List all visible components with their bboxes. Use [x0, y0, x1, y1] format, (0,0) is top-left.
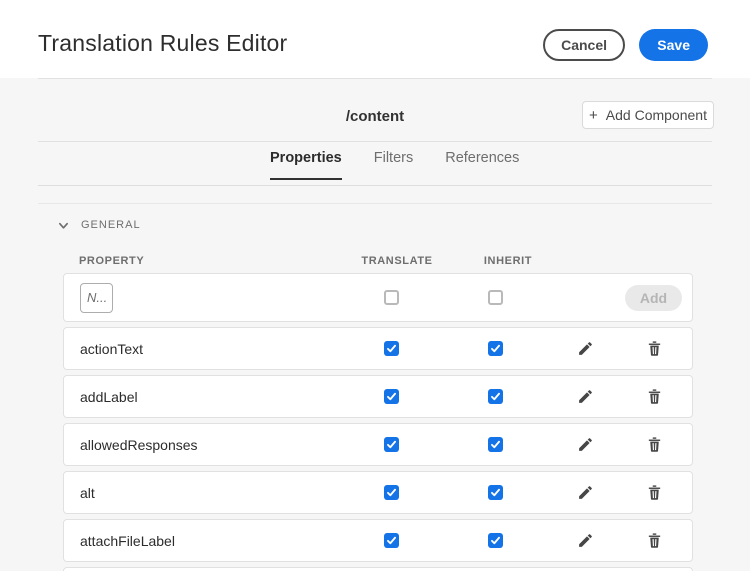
inherit-checkbox[interactable] — [488, 437, 503, 452]
table-column-headers: PROPERTY TRANSLATE INHERIT — [63, 253, 693, 269]
tab-references[interactable]: References — [445, 150, 519, 180]
inherit-checkbox[interactable] — [488, 389, 503, 404]
delete-button[interactable] — [644, 482, 665, 503]
property-name: addLabel — [64, 389, 347, 405]
section-divider — [38, 203, 712, 204]
inherit-checkbox[interactable] — [488, 485, 503, 500]
add-component-button[interactable]: + Add Component — [582, 101, 714, 129]
dialog-header: Translation Rules Editor Cancel Save — [0, 0, 750, 78]
trash-icon — [646, 532, 663, 549]
translate-checkbox[interactable] — [384, 485, 399, 500]
new-translate-checkbox[interactable] — [384, 290, 399, 305]
inherit-checkbox[interactable] — [488, 341, 503, 356]
delete-button[interactable] — [644, 338, 665, 359]
add-component-label: Add Component — [606, 107, 707, 123]
tabs-divider — [38, 185, 712, 186]
translate-checkbox[interactable] — [384, 341, 399, 356]
save-button[interactable]: Save — [639, 29, 708, 61]
edit-button[interactable] — [575, 482, 596, 503]
tab-properties[interactable]: Properties — [270, 150, 342, 180]
property-name: allowedResponses — [64, 437, 347, 453]
column-header-property: PROPERTY — [63, 255, 346, 267]
pencil-icon — [577, 388, 594, 405]
translate-checkbox[interactable] — [384, 437, 399, 452]
table-row: attachFileLabel — [63, 519, 693, 562]
section-general-label: GENERAL — [81, 219, 141, 231]
tab-bar: Properties Filters References — [270, 150, 519, 180]
edit-button[interactable] — [575, 386, 596, 407]
pencil-icon — [577, 340, 594, 357]
table-row-partial — [63, 567, 693, 571]
plus-icon: + — [589, 108, 598, 123]
header-divider — [38, 78, 712, 79]
new-property-row: Add — [63, 273, 693, 322]
table-row: addLabel — [63, 375, 693, 418]
translate-checkbox[interactable] — [384, 389, 399, 404]
new-property-name-input[interactable] — [80, 283, 113, 313]
edit-button[interactable] — [575, 434, 596, 455]
table-row: alt — [63, 471, 693, 514]
edit-button[interactable] — [575, 338, 596, 359]
delete-button[interactable] — [644, 386, 665, 407]
add-property-button[interactable]: Add — [625, 285, 682, 311]
table-row: allowedResponses — [63, 423, 693, 466]
trash-icon — [646, 388, 663, 405]
trash-icon — [646, 484, 663, 501]
inherit-checkbox[interactable] — [488, 533, 503, 548]
pathbar-divider — [38, 141, 712, 142]
section-general-header[interactable]: GENERAL — [58, 219, 141, 231]
delete-button[interactable] — [644, 434, 665, 455]
property-name: attachFileLabel — [64, 533, 347, 549]
page-title: Translation Rules Editor — [38, 30, 287, 57]
table-row: actionText — [63, 327, 693, 370]
edit-button[interactable] — [575, 530, 596, 551]
chevron-down-icon — [58, 220, 69, 231]
translate-checkbox[interactable] — [384, 533, 399, 548]
delete-button[interactable] — [644, 530, 665, 551]
column-header-translate: TRANSLATE — [346, 255, 434, 267]
tab-filters[interactable]: Filters — [374, 150, 413, 180]
pencil-icon — [577, 436, 594, 453]
trash-icon — [646, 340, 663, 357]
property-name: alt — [64, 485, 347, 501]
trash-icon — [646, 436, 663, 453]
property-name: actionText — [64, 341, 347, 357]
properties-table: Add actionText addLabel — [63, 273, 693, 571]
pencil-icon — [577, 532, 594, 549]
cancel-button[interactable]: Cancel — [543, 29, 625, 61]
new-inherit-checkbox[interactable] — [488, 290, 503, 305]
column-header-inherit: INHERIT — [434, 255, 554, 267]
pencil-icon — [577, 484, 594, 501]
